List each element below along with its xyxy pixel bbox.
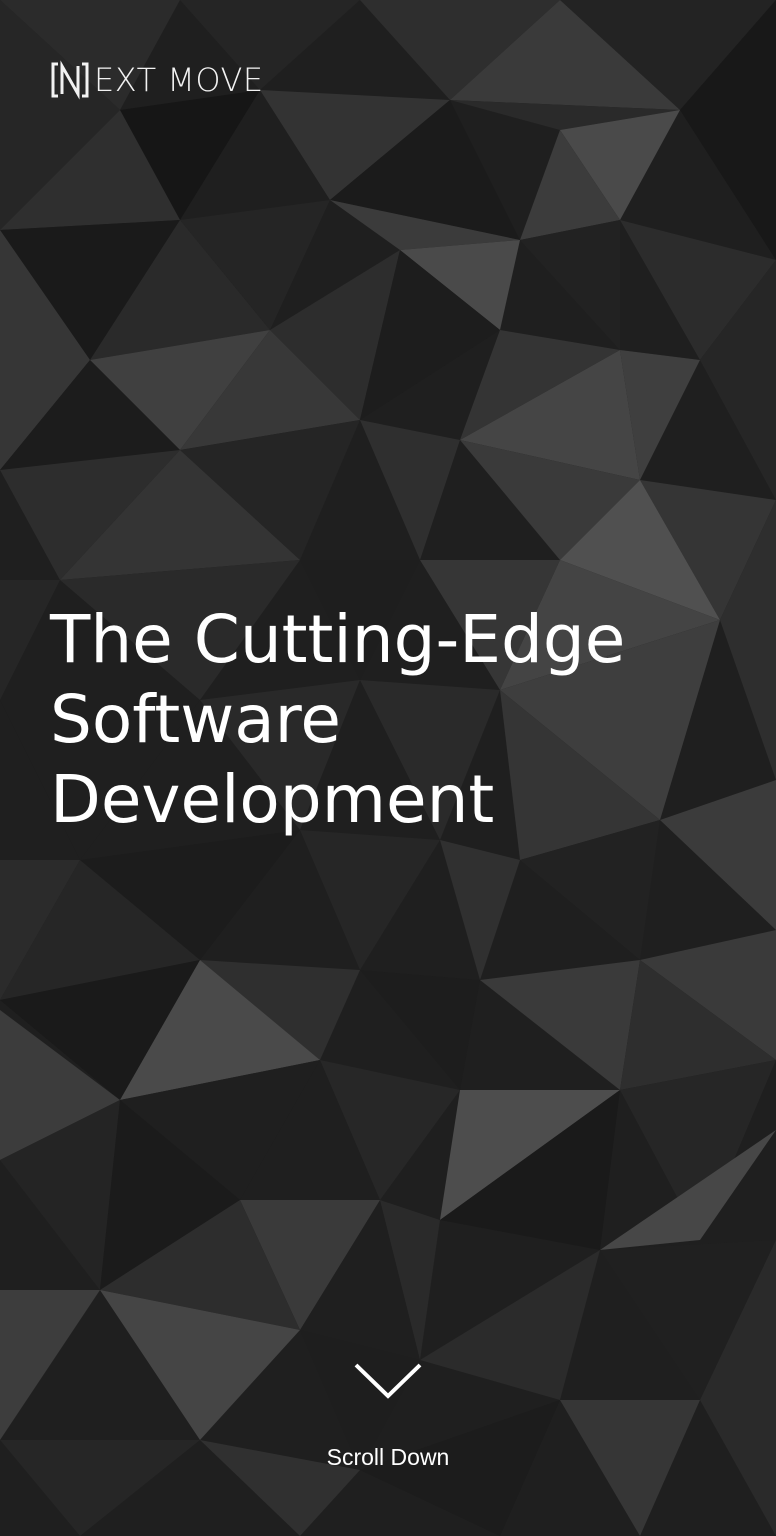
headline-line-3: Development (50, 761, 495, 838)
headline-line-2: Software (50, 681, 341, 758)
hero-headline: The Cutting-Edge Software Development (50, 600, 730, 840)
hero-section: EXT MOVE The Cutting-Edge Software Devel… (0, 0, 776, 1536)
brand-logo[interactable]: EXT MOVE (50, 58, 264, 102)
chevron-down-icon (354, 1363, 422, 1399)
brand-name: EXT MOVE (94, 61, 264, 99)
headline-line-1: The Cutting-Edge (50, 601, 626, 678)
scroll-down-label: Scroll Down (326, 1444, 450, 1470)
brand-mark-icon (51, 60, 89, 100)
scroll-down-button[interactable]: Scroll Down (288, 1360, 488, 1490)
